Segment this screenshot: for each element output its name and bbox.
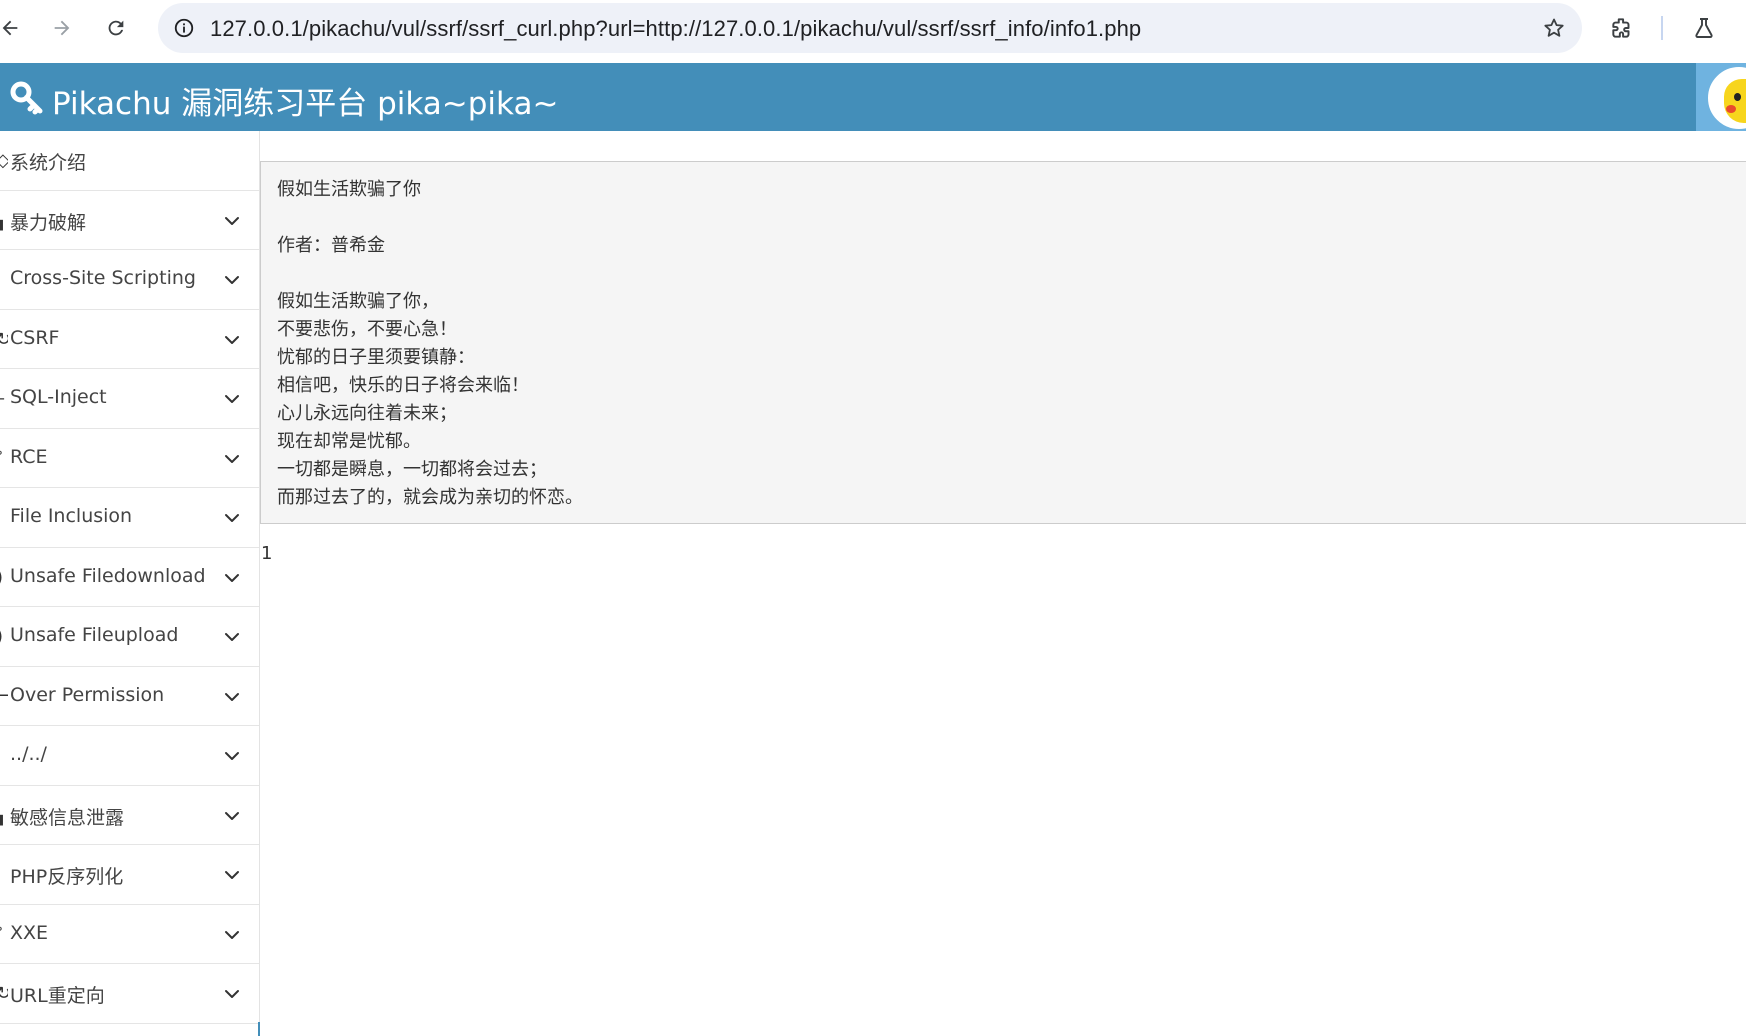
sidebar-item[interactable]: ▏ File Inclusion	[0, 488, 259, 548]
pikachu-face-icon	[1724, 79, 1746, 123]
site-title[interactable]: Pikachu 漏洞练习平台 pika~pika~	[52, 78, 558, 123]
poem-line: 不要悲伤，不要心急！	[277, 319, 457, 340]
sidebar-item-icon: ▖	[0, 210, 8, 231]
chevron-down-icon[interactable]	[222, 806, 242, 826]
poem-line: 相信吧，快乐的日子将会来临！	[277, 375, 529, 396]
sidebar-item-icon: ↻	[0, 984, 8, 1004]
sidebar-item[interactable]: )Unsafe Fileupload	[0, 607, 259, 667]
chevron-down-icon[interactable]	[222, 211, 242, 231]
info-icon[interactable]	[166, 10, 202, 46]
sidebar-item-icon: ▖	[0, 805, 8, 826]
chevron-down-icon[interactable]	[222, 984, 242, 1004]
chevron-down-icon[interactable]	[222, 925, 242, 945]
back-arrow-icon[interactable]	[0, 10, 28, 46]
sidebar-item[interactable]: ⁚../../	[0, 726, 259, 786]
extensions-icon[interactable]	[1604, 10, 1640, 46]
sidebar-item-icon: –	[0, 389, 8, 409]
reload-icon[interactable]	[98, 10, 134, 46]
browser-toolbar: 127.0.0.1/pikachu/vul/ssrf/ssrf_curl.php…	[0, 0, 1746, 63]
sidebar-item-label[interactable]: PHP反序列化	[10, 862, 123, 889]
sidebar-item-label[interactable]: URL重定向	[10, 981, 105, 1008]
chevron-down-icon[interactable]	[222, 508, 242, 528]
labs-flask-icon[interactable]	[1686, 10, 1722, 46]
sidebar-item-icon: )	[0, 627, 8, 647]
sidebar-item[interactable]: ▖ 暴力破解	[0, 190, 259, 250]
sidebar-item[interactable]: ▖ 敏感信息泄露	[0, 785, 259, 845]
avatar-cheek	[1726, 105, 1736, 113]
sidebar-item-icon: ◇	[0, 151, 8, 171]
poem-line: 假如生活欺骗了你，	[277, 291, 439, 312]
sidebar-item[interactable]: ◇ 系统介绍	[0, 131, 259, 191]
sidebar-item-label[interactable]: XXE	[10, 922, 48, 944]
sidebar-item[interactable]: ⁚Cross-Site Scripting	[0, 250, 259, 310]
url-text[interactable]: 127.0.0.1/pikachu/vul/ssrf/ssrf_curl.php…	[210, 16, 1141, 42]
poem-line: 忧郁的日子里须要镇静：	[277, 347, 475, 368]
chevron-down-icon[interactable]	[222, 449, 242, 469]
poem-line: 而那过去了的，就会成为亲切的怀恋。	[277, 487, 583, 508]
sidebar-item[interactable]: ⁚PHP反序列化	[0, 845, 259, 905]
sidebar-item[interactable]: ↻ CSRF	[0, 309, 259, 369]
sidebar-item-label[interactable]: Cross-Site Scripting	[10, 267, 196, 289]
sidebar-item-icon: ⁚	[0, 865, 8, 885]
sidebar-item-label[interactable]: SQL-Inject	[10, 386, 107, 408]
sidebar-item-icon: ⌐	[0, 686, 8, 707]
sidebar-item[interactable]: )Unsafe Filedownload	[0, 547, 259, 607]
poem-text: 假如生活欺骗了你 作者：普希金 假如生活欺骗了你， 不要悲伤，不要心急！ 忧郁的…	[277, 176, 1733, 512]
chevron-down-icon[interactable]	[222, 687, 242, 707]
main-content: 假如生活欺骗了你 作者：普希金 假如生活欺骗了你， 不要悲伤，不要心急！ 忧郁的…	[260, 131, 1746, 1036]
sidebar-item-icon: )	[0, 568, 8, 588]
sidebar-item-icon: ▏	[0, 508, 8, 528]
sidebar-item[interactable]: –SQL-Inject	[0, 369, 259, 429]
toolbar-divider	[1661, 16, 1663, 40]
sidebar-item[interactable]: ˀXXE	[0, 904, 259, 964]
poem-title: 假如生活欺骗了你	[277, 179, 421, 200]
site-header: Pikachu 漏洞练习平台 pika~pika~	[0, 63, 1746, 131]
sidebar-item-label[interactable]: Over Permission	[10, 684, 164, 706]
sidebar-item-label[interactable]: File Inclusion	[10, 505, 132, 527]
sidebar-item-label[interactable]: 系统介绍	[10, 148, 86, 175]
sidebar-item-icon: ˀ	[0, 925, 8, 945]
sidebar-item-icon: ↻	[0, 329, 8, 350]
ssrf-info-panel: 假如生活欺骗了你 作者：普希金 假如生活欺骗了你， 不要悲伤，不要心急！ 忧郁的…	[260, 161, 1746, 524]
sidebar-item-label[interactable]: RCE	[10, 446, 48, 468]
chevron-down-icon[interactable]	[222, 568, 242, 588]
sidebar-item-label[interactable]: Unsafe Filedownload	[10, 565, 206, 587]
sidebar-item-label[interactable]: 暴力破解	[10, 208, 86, 235]
sidebar-item-label[interactable]: 敏感信息泄露	[10, 803, 124, 830]
chevron-down-icon[interactable]	[222, 270, 242, 290]
poem-line: 一切都是瞬息，一切都将会过去；	[277, 459, 547, 480]
star-icon[interactable]	[1540, 14, 1568, 42]
chevron-down-icon[interactable]	[222, 389, 242, 409]
sidebar-item[interactable]: ↻ URL重定向	[0, 964, 259, 1024]
avatar-eye	[1734, 93, 1741, 101]
sidebar-item[interactable]: ⌐ Over Permission	[0, 666, 259, 726]
user-avatar-area[interactable]	[1696, 63, 1746, 131]
sidebar-item-icon: ˀ	[0, 449, 8, 469]
sidebar-item-label[interactable]: ../../	[10, 743, 47, 765]
sidebar-item[interactable]: ˀRCE	[0, 428, 259, 488]
sidebar-item-icon: ⁚	[0, 746, 8, 766]
sidebar-item-label[interactable]: CSRF	[10, 327, 59, 349]
poem-line: 心儿永远向往着未来；	[277, 403, 457, 424]
chevron-down-icon[interactable]	[222, 865, 242, 885]
avatar[interactable]	[1708, 67, 1746, 129]
sidebar-item-label[interactable]: Unsafe Fileupload	[10, 624, 178, 646]
key-icon	[10, 81, 44, 115]
address-bar[interactable]: 127.0.0.1/pikachu/vul/ssrf/ssrf_curl.php…	[158, 3, 1582, 53]
sidebar-nav: ◇系统介绍▖暴力破解⁚Cross-Site Scripting↻CSRF–SQL…	[0, 131, 260, 1036]
poem-author: 作者：普希金	[277, 235, 385, 256]
chevron-down-icon[interactable]	[222, 330, 242, 350]
chevron-down-icon[interactable]	[222, 746, 242, 766]
poem-line: 现在却常是忧郁。	[277, 431, 421, 452]
forward-arrow-icon[interactable]	[44, 10, 80, 46]
chevron-down-icon[interactable]	[222, 627, 242, 647]
sidebar-item-icon: ⁚	[0, 270, 8, 290]
output-number: 1	[261, 543, 273, 564]
